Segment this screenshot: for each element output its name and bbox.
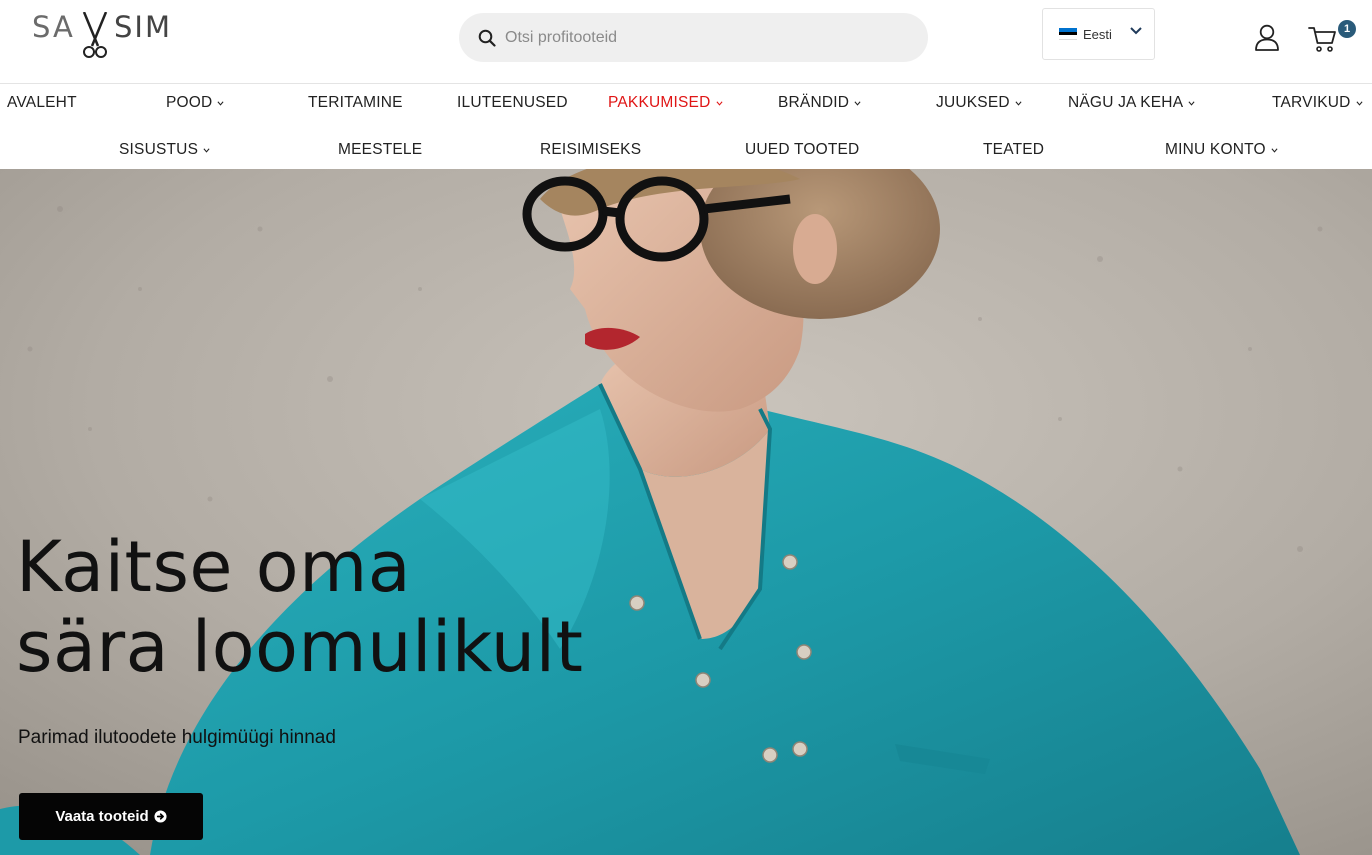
cart-count-badge: 1 <box>1338 20 1356 38</box>
nav-item-label: BRÄNDID <box>778 94 850 111</box>
nav-item-label: POOD <box>166 94 213 111</box>
chevron-down-icon <box>203 147 210 153</box>
estonia-flag-icon <box>1059 28 1077 41</box>
nav-item-label: ILUTEENUSED <box>457 94 568 111</box>
nav-item-label: MINU KONTO <box>1165 141 1266 158</box>
chevron-down-icon <box>1271 147 1278 153</box>
nav-item-iluteenused[interactable]: ILUTEENUSED <box>457 94 568 112</box>
chevron-down-icon <box>217 100 224 106</box>
nav-item-meestele[interactable]: MEESTELE <box>338 141 422 159</box>
nav-item-avaleht[interactable]: AVALEHT <box>7 94 77 112</box>
logo-text-left: SA <box>32 10 75 44</box>
nav-item-label: NÄGU JA KEHA <box>1068 94 1184 111</box>
nav-item-nagu-ja-keha[interactable]: NÄGU JA KEHA <box>1068 94 1195 112</box>
hero-title-line-2: sära loomulikult <box>16 606 584 688</box>
nav-item-brandid[interactable]: BRÄNDID <box>778 94 861 112</box>
language-selector[interactable]: Eesti <box>1042 8 1155 60</box>
chevron-down-icon <box>1130 27 1142 35</box>
logo-text-right: SIM <box>114 10 172 44</box>
hero-title-line-1: Kaitse oma <box>16 526 412 608</box>
nav-item-label: AVALEHT <box>7 94 77 111</box>
nav-item-sisustus[interactable]: SISUSTUS <box>119 141 210 159</box>
nav-item-teated[interactable]: TEATED <box>983 141 1044 159</box>
chevron-down-icon <box>854 100 861 106</box>
nav-item-label: JUUKSED <box>936 94 1010 111</box>
hero-subtitle: Parimad ilutoodete hulgimüügi hinnad <box>18 727 336 748</box>
nav-row-primary: AVALEHT POOD TERITAMINE ILUTEENUSED PAKK… <box>0 84 1372 124</box>
nav-item-label: SISUSTUS <box>119 141 199 158</box>
cart-button[interactable]: 1 <box>1308 20 1356 56</box>
view-products-button-label: Vaata tooteid <box>55 808 149 825</box>
arrow-circle-right-icon <box>154 810 167 823</box>
chevron-down-icon <box>1188 100 1195 106</box>
hero-banner: Kaitse oma sära loomulikult Parimad ilut… <box>0 169 1372 855</box>
nav-item-label: TEATED <box>983 141 1045 158</box>
nav-item-label: REISIMISEKS <box>540 141 642 158</box>
search-bar[interactable] <box>459 13 928 62</box>
search-icon[interactable] <box>477 28 497 48</box>
main-navigation: AVALEHT POOD TERITAMINE ILUTEENUSED PAKK… <box>0 84 1372 169</box>
chevron-down-icon <box>715 100 723 106</box>
search-input[interactable] <box>505 17 905 58</box>
chevron-down-icon <box>1015 100 1022 106</box>
nav-item-pood[interactable]: POOD <box>166 94 224 112</box>
nav-row-secondary: SISUSTUS MEESTELE REISIMISEKS UUED TOOTE… <box>0 131 1372 171</box>
language-label: Eesti <box>1083 26 1112 42</box>
hero-model-image <box>0 169 1372 855</box>
nav-item-tarvikud[interactable]: TARVIKUD <box>1272 94 1363 112</box>
site-header: SA SIM Eesti <box>0 0 1372 84</box>
nav-item-label: UUED TOOTED <box>745 141 860 158</box>
saysim-logo[interactable]: SA SIM <box>32 10 182 66</box>
nav-item-minu-konto[interactable]: MINU KONTO <box>1165 141 1278 159</box>
cart-icon <box>1308 27 1336 52</box>
hero-title: Kaitse oma sära loomulikult <box>16 527 716 687</box>
nav-item-label: TERITAMINE <box>308 94 403 111</box>
user-icon[interactable] <box>1254 24 1280 52</box>
nav-item-pakkumised[interactable]: PAKKUMISED <box>608 94 723 112</box>
view-products-button[interactable]: Vaata tooteid <box>19 793 203 840</box>
nav-item-juuksed[interactable]: JUUKSED <box>936 94 1022 112</box>
nav-item-reisimiseks[interactable]: REISIMISEKS <box>540 141 641 159</box>
nav-item-uued-tooted[interactable]: UUED TOOTED <box>745 141 859 159</box>
nav-item-teritamine[interactable]: TERITAMINE <box>308 94 403 112</box>
scissors-logo-icon <box>82 12 108 58</box>
nav-item-label: MEESTELE <box>338 141 423 158</box>
nav-item-label: PAKKUMISED <box>608 94 711 111</box>
nav-item-label: TARVIKUD <box>1272 94 1351 111</box>
chevron-down-icon <box>1356 100 1363 106</box>
